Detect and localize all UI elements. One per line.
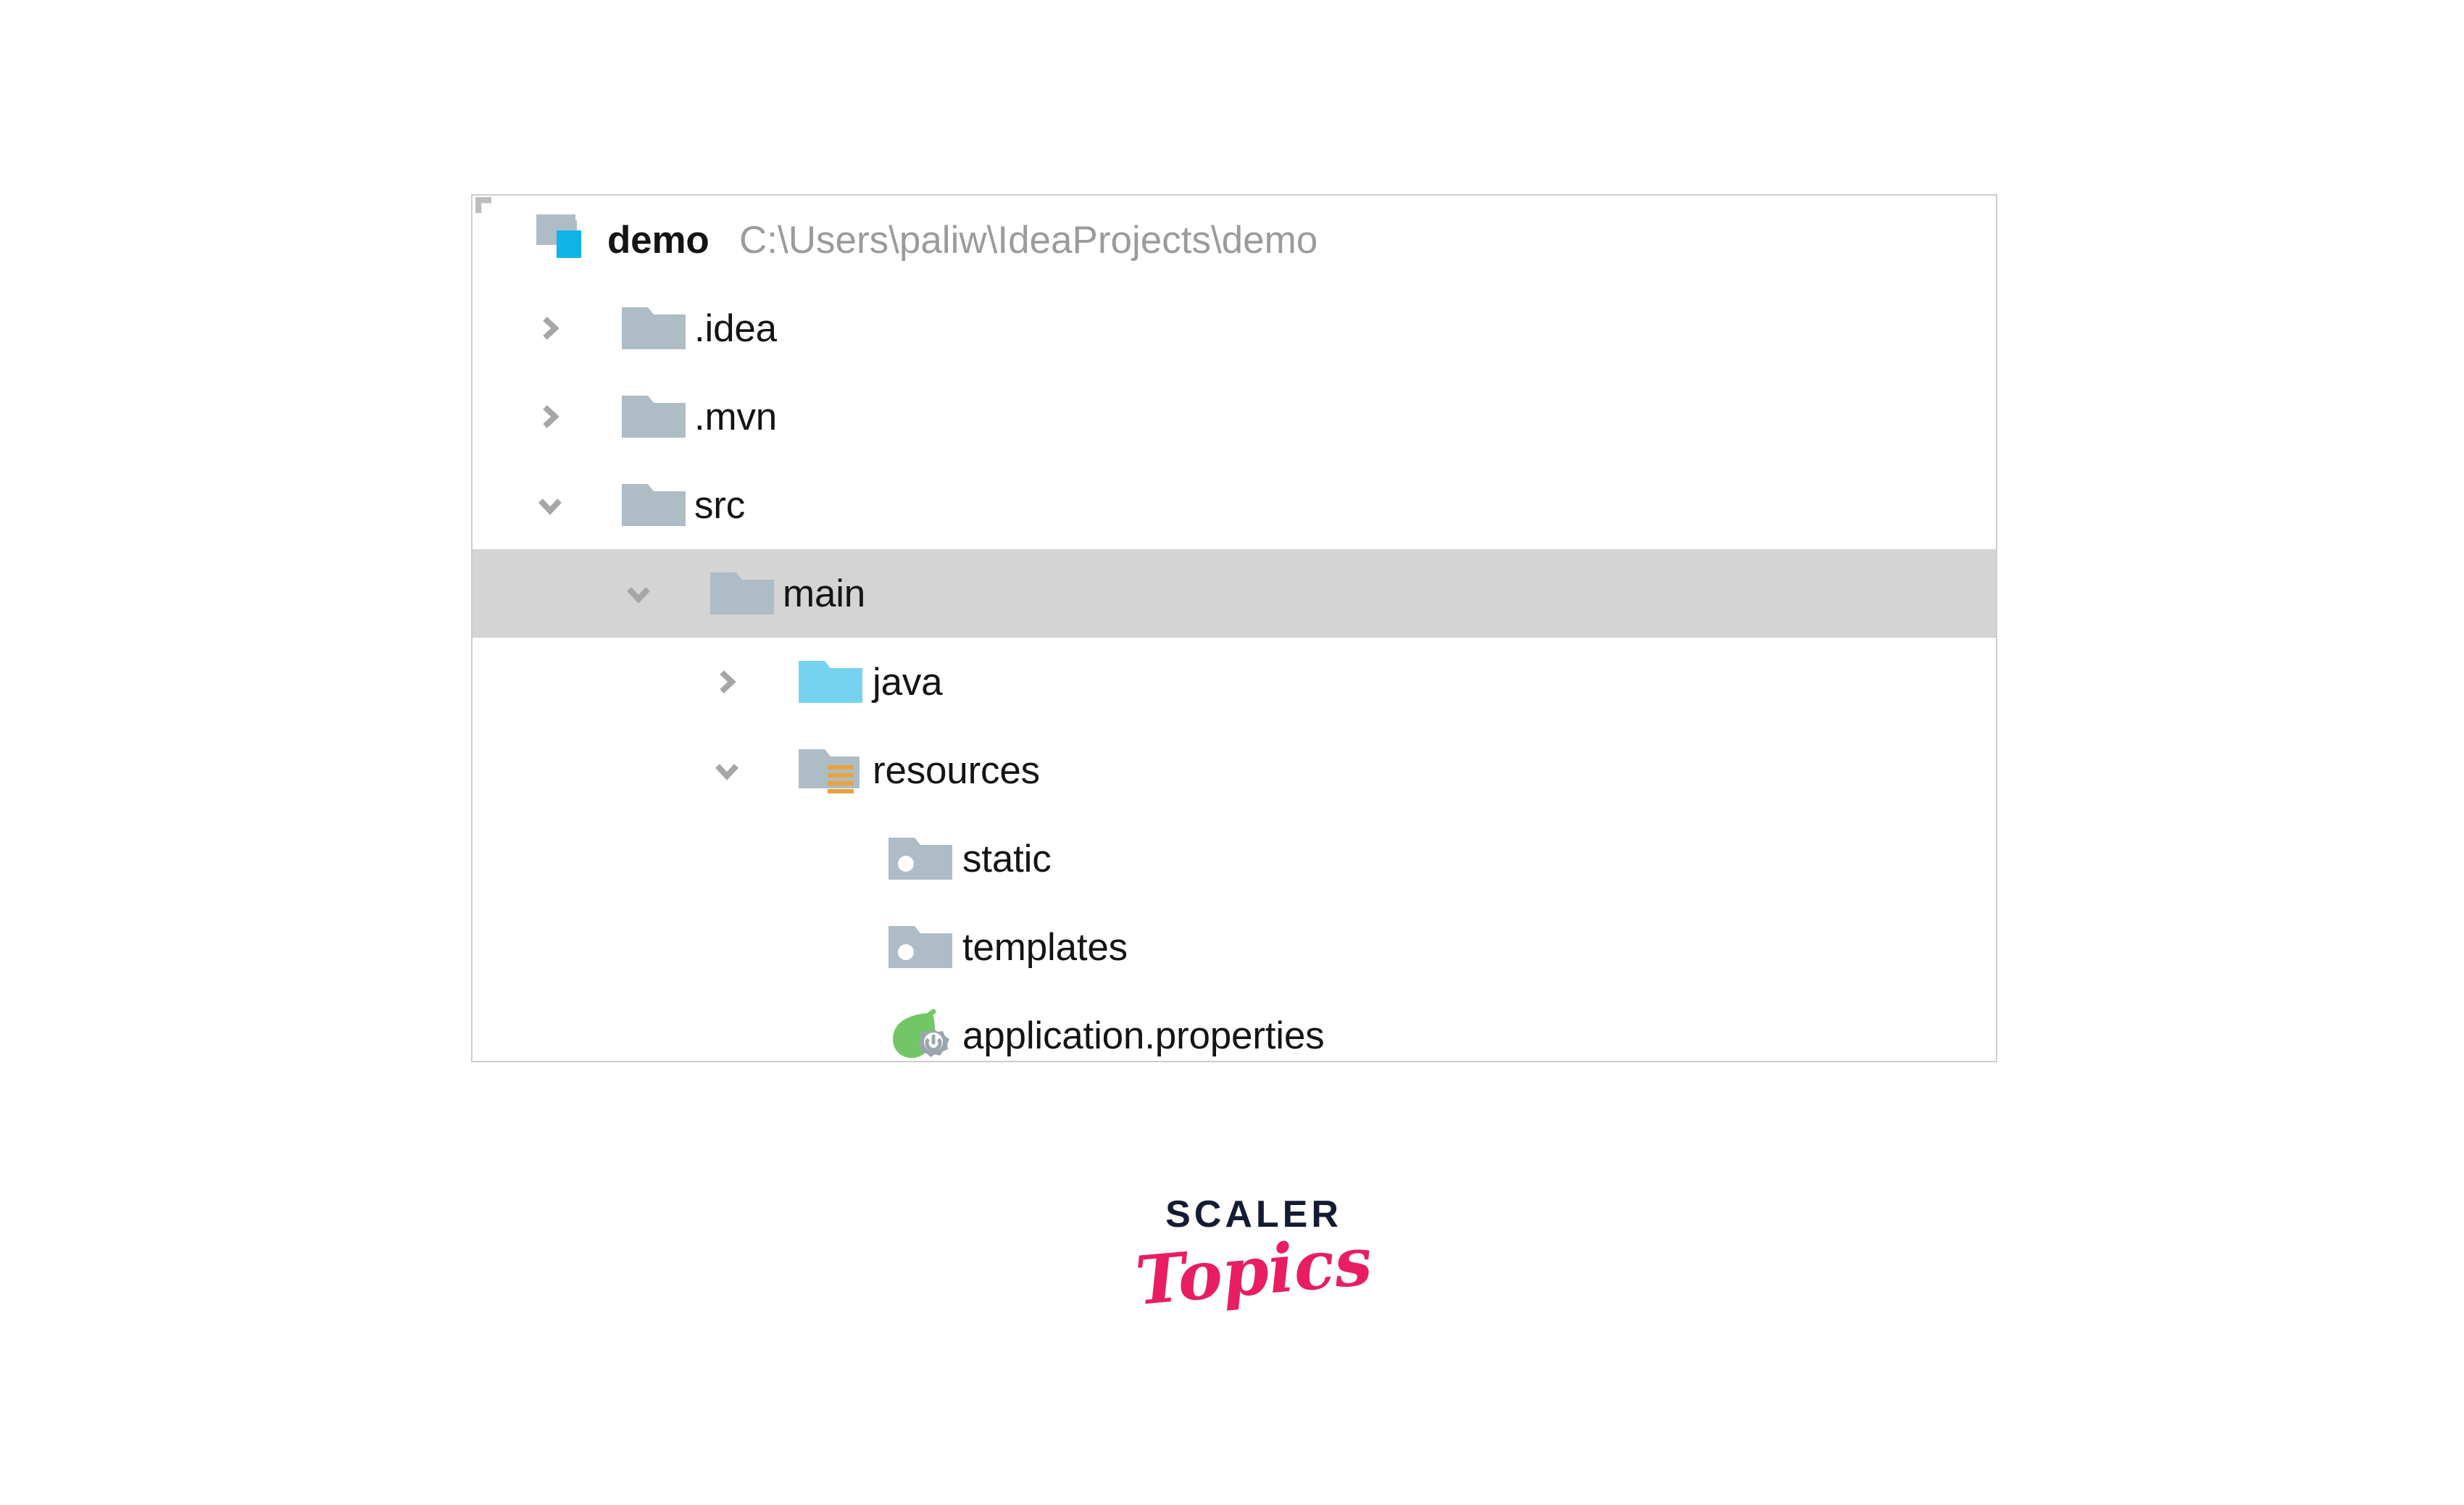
tree-node-label: application.properties [962, 1014, 1325, 1057]
chevron-down-icon[interactable] [622, 577, 655, 610]
tree-row-templates[interactable]: templates [473, 903, 1996, 991]
tree-row-mvn[interactable]: .mvn [473, 372, 1996, 461]
chevron-right-icon[interactable] [710, 665, 744, 699]
module-folder-icon [535, 213, 602, 267]
spring-properties-file-icon [887, 1009, 954, 1061]
tree-row-src[interactable]: src [473, 461, 1996, 549]
chevron-down-icon[interactable] [710, 754, 744, 787]
tree-row-demo[interactable]: demo C:\Users\paliw\IdeaProjects\demo [473, 196, 1996, 284]
tree-node-label: static [962, 837, 1052, 880]
tree-node-label: java [873, 660, 943, 704]
tree-row-static[interactable]: static [473, 814, 1996, 903]
folder-icon [620, 478, 687, 532]
tree-node-label: demo [607, 218, 709, 262]
tree-node-label: src [694, 483, 746, 527]
project-tool-window[interactable]: demo C:\Users\paliw\IdeaProjects\demo .ide… [471, 194, 1997, 1062]
empty-folder-icon [887, 832, 954, 885]
chevron-down-icon[interactable] [533, 488, 567, 522]
folder-icon [709, 567, 775, 620]
scaler-topics-logo: SCALER Topics [1109, 1196, 1399, 1384]
brand-script-topics: Topics [1132, 1221, 1375, 1321]
tree-node-label: main [783, 572, 866, 615]
tree-row-application-properties[interactable]: application.properties [473, 991, 1996, 1061]
folder-icon [620, 390, 687, 443]
tree-node-label: .idea [694, 307, 777, 350]
chevron-right-icon[interactable] [533, 400, 567, 433]
tree-row-java[interactable]: java [473, 638, 1996, 726]
tree-row-main[interactable]: main [473, 549, 1996, 638]
tree-node-label: resources [873, 749, 1040, 792]
tree-node-label: templates [962, 925, 1128, 969]
resources-root-folder-icon [797, 743, 864, 797]
project-file-tree[interactable]: demo C:\Users\paliw\IdeaProjects\demo .ide… [473, 196, 1996, 1061]
sources-root-folder-icon [797, 655, 864, 709]
folder-icon [620, 301, 687, 355]
tree-node-path: C:\Users\paliw\IdeaProjects\demo [739, 218, 1318, 262]
empty-folder-icon [887, 920, 954, 974]
tree-row-resources[interactable]: resources [473, 726, 1996, 814]
tree-node-label: .mvn [694, 395, 778, 438]
tree-row-idea[interactable]: .idea [473, 284, 1996, 372]
chevron-right-icon[interactable] [533, 312, 567, 345]
